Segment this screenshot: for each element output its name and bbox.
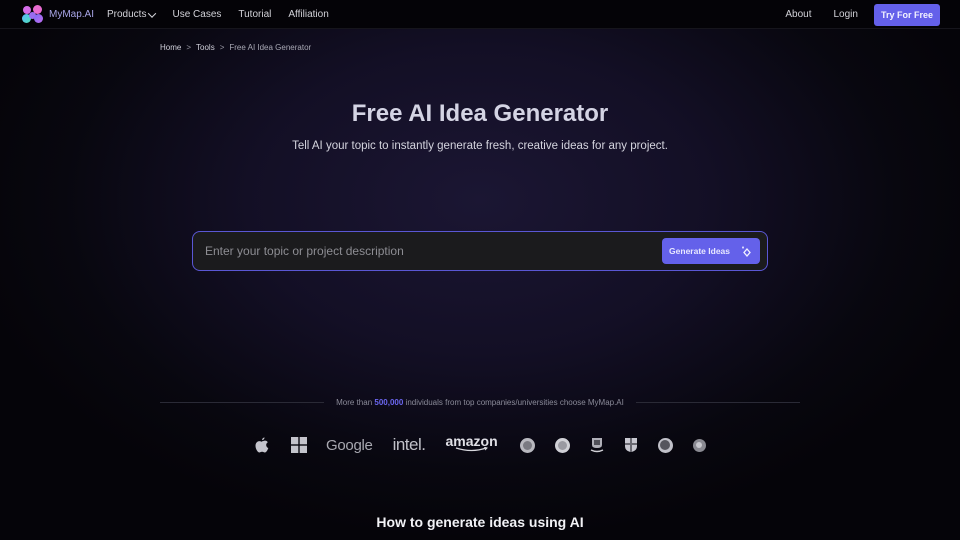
top-nav: MyMap.AI Products Use Cases Tutorial Aff… (0, 0, 960, 29)
try-for-free-button[interactable]: Try For Free (873, 3, 940, 26)
generate-ideas-label: Generate Ideas (669, 246, 730, 256)
divider-left (160, 401, 325, 403)
brand-logo[interactable]: MyMap.AI (22, 5, 94, 23)
breadcrumb: Home > Tools > Free AI Idea Generator (160, 43, 311, 52)
customer-logos: Google intel. amazon (252, 433, 706, 457)
mymap-logo-icon (22, 5, 44, 23)
trust-prefix: More than (336, 397, 373, 407)
amazon-logo: amazon (446, 434, 498, 452)
sparkle-diamond-icon (742, 245, 751, 257)
nav-use-cases[interactable]: Use Cases (172, 9, 221, 20)
topic-search-box: Generate Ideas (192, 231, 768, 271)
breadcrumb-home[interactable]: Home (160, 43, 181, 52)
login-link[interactable]: Login (834, 9, 858, 20)
page-title: Free AI Idea Generator (351, 100, 609, 127)
nav-products-label: Products (107, 9, 147, 20)
breadcrumb-tools[interactable]: Tools (196, 43, 215, 52)
divider-right (635, 401, 800, 403)
chevron-down-icon (148, 8, 157, 18)
breadcrumb-separator: > (186, 43, 192, 52)
brand-name: MyMap.AI (49, 8, 95, 20)
google-logo: Google (326, 436, 373, 454)
breadcrumb-separator: > (219, 43, 225, 52)
university-shield-4-icon (624, 437, 638, 453)
microsoft-logo-icon (290, 437, 308, 453)
topic-input[interactable] (193, 232, 663, 270)
university-crest-3-icon (590, 437, 604, 453)
breadcrumb-current: Free AI Idea Generator (229, 43, 312, 52)
university-seal-6-icon (692, 438, 706, 452)
generate-ideas-button[interactable]: Generate Ideas (662, 238, 760, 264)
university-seal-2-icon (554, 437, 570, 453)
nav-about[interactable]: About (785, 9, 811, 20)
university-seal-1-icon (519, 437, 535, 453)
trust-suffix: individuals from top companies/universit… (405, 397, 624, 407)
university-seal-5-icon (657, 437, 673, 453)
amazon-smile-icon (455, 447, 488, 452)
section-title-howto: How to generate ideas using AI (376, 514, 584, 530)
nav-links: Products Use Cases Tutorial Affiliation (107, 0, 346, 29)
nav-products[interactable]: Products (107, 8, 157, 20)
user-count: 500,000 (374, 397, 404, 407)
intel-logo: intel. (392, 435, 426, 454)
page: MyMap.AI Products Use Cases Tutorial Aff… (0, 0, 960, 540)
apple-logo-icon (252, 437, 272, 453)
nav-right: About Login Try For Free (785, 0, 940, 29)
page-subtitle: Tell AI your topic to instantly generate… (292, 140, 668, 152)
nav-affiliation[interactable]: Affiliation (288, 9, 328, 20)
nav-tutorial[interactable]: Tutorial (238, 9, 271, 20)
trust-bar: More than 500,000 individuals from top c… (160, 396, 800, 408)
amazon-logo-text: amazon (445, 433, 498, 449)
trust-text: More than 500,000 individuals from top c… (324, 398, 636, 407)
